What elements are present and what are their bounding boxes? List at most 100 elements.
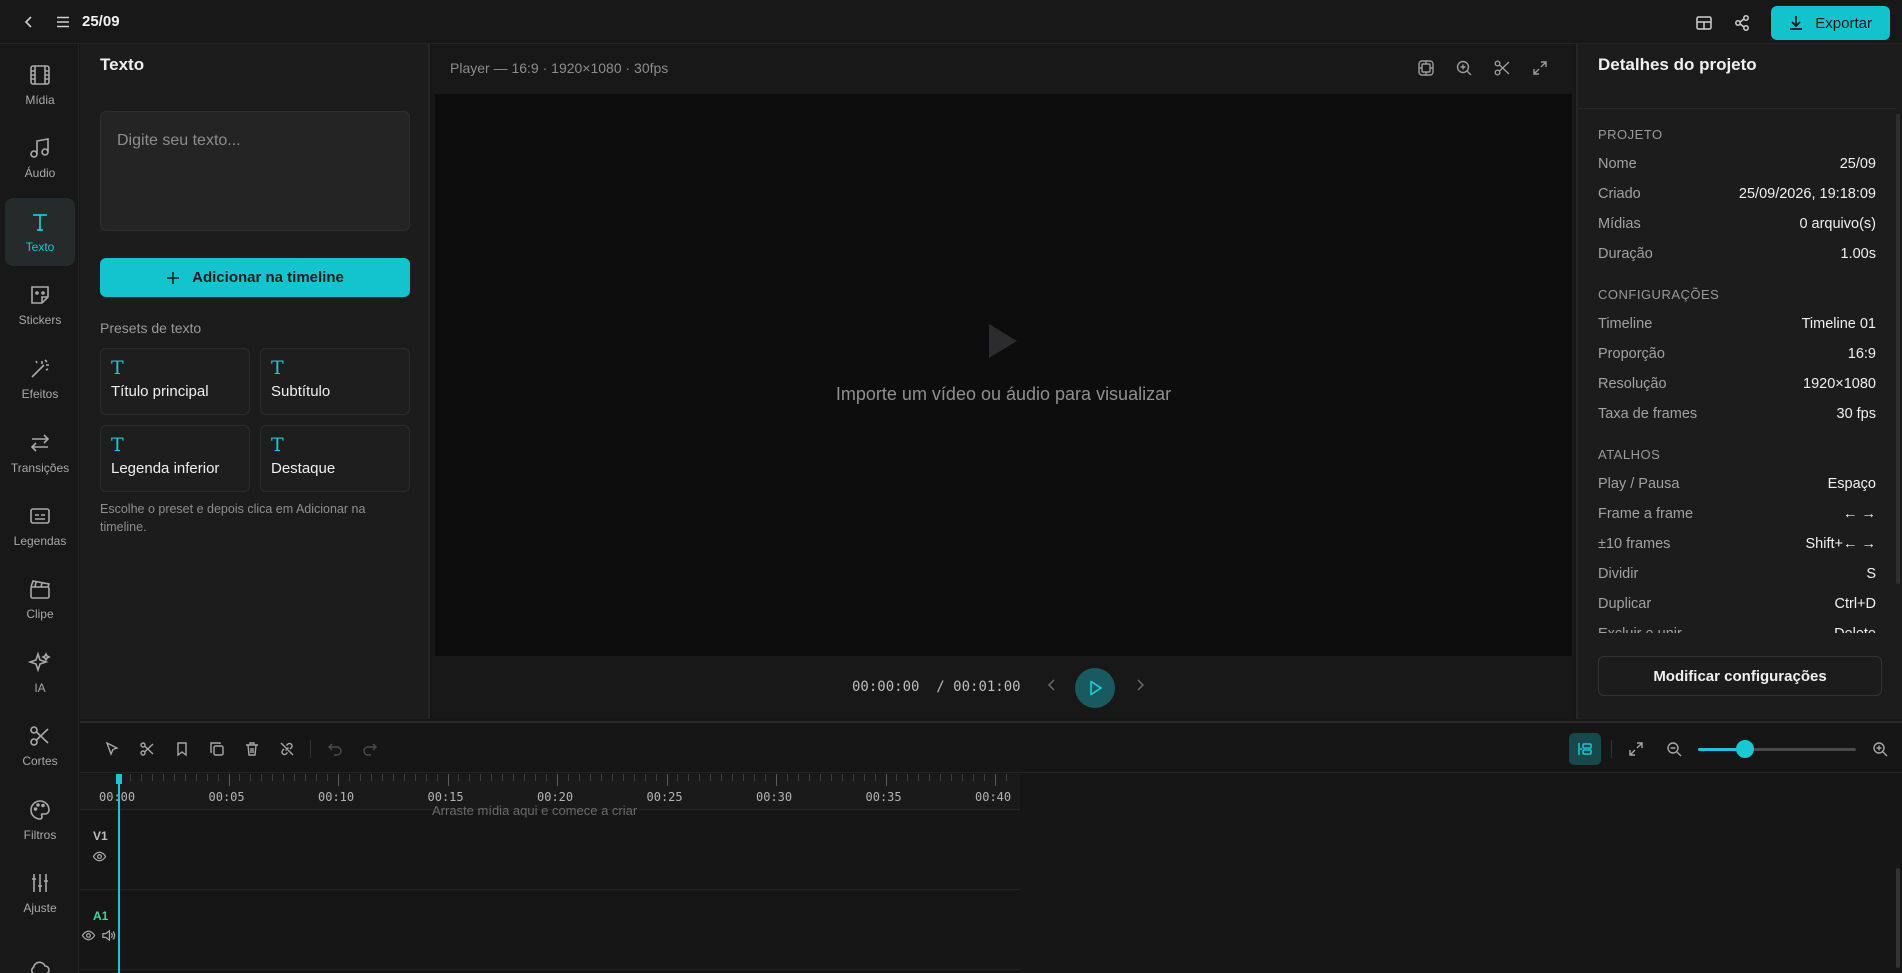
rail-item-clipe[interactable]: Clipe	[5, 565, 75, 633]
undo-button[interactable]	[323, 737, 346, 760]
section-heading: PROJETO	[1598, 127, 1663, 142]
preset-destaque[interactable]: T Destaque	[260, 425, 410, 492]
track-a1[interactable]: A1	[80, 891, 1020, 970]
ruler-tick	[184, 774, 186, 781]
play-button[interactable]	[1075, 668, 1115, 708]
ruler-tick	[589, 774, 591, 781]
ruler-tick	[425, 774, 427, 781]
share-button[interactable]	[1727, 8, 1757, 38]
rail-item-ajuste[interactable]: Ajuste	[5, 859, 75, 927]
ruler-tick	[699, 774, 701, 781]
redo-button[interactable]	[358, 737, 381, 760]
rail-label: Cortes	[22, 754, 58, 768]
ruler-tick	[611, 774, 613, 781]
playhead-handle[interactable]	[116, 774, 122, 784]
track-label: V1	[93, 829, 108, 843]
zoom-in-icon	[1455, 59, 1473, 77]
ruler-tick	[984, 774, 986, 781]
detail-row: Nome 25/09	[1578, 149, 1896, 179]
tracks-area: Arraste mídia aqui e comece a criar V1 A…	[80, 803, 1020, 973]
rail-item-stickers[interactable]: Stickers	[5, 271, 75, 339]
duplicate-button[interactable]	[205, 737, 228, 760]
select-tool-button[interactable]	[100, 737, 123, 760]
unlink-button[interactable]	[275, 737, 298, 760]
detail-key: Criado	[1598, 186, 1641, 202]
rail-label: Legendas	[13, 534, 67, 548]
ruler-label: 00:10	[318, 790, 355, 804]
add-to-timeline-button[interactable]: Adicionar na timeline	[100, 258, 410, 297]
rail-item-cloud[interactable]	[5, 934, 75, 973]
ruler-tick	[1005, 774, 1007, 781]
rail-item-midia[interactable]: Mídia	[5, 51, 75, 119]
marker-button[interactable]	[170, 737, 193, 760]
playhead[interactable]	[118, 774, 120, 973]
ruler-tick	[688, 774, 690, 781]
rail-item-ia[interactable]: IA	[5, 639, 75, 707]
zoom-slider-thumb[interactable]	[1736, 740, 1755, 758]
safe-area-button[interactable]	[1414, 56, 1438, 80]
preset-label: Título principal	[111, 383, 209, 400]
cut-button[interactable]	[1490, 56, 1514, 80]
film-icon	[28, 63, 52, 87]
back-button[interactable]	[14, 7, 44, 37]
timeline-scrollbar[interactable]	[1896, 868, 1900, 968]
modify-settings-button[interactable]: Modificar configurações	[1598, 656, 1882, 696]
text-icon	[28, 210, 52, 234]
ruler-tick	[765, 774, 767, 781]
rail-label: Mídia	[25, 93, 55, 107]
menu-button[interactable]	[48, 7, 78, 37]
ruler-tick	[491, 774, 493, 781]
preset-legenda-inferior[interactable]: T Legenda inferior	[100, 425, 250, 492]
rail-item-audio[interactable]: Áudio	[5, 124, 75, 192]
eye-icon[interactable]	[81, 928, 96, 943]
zoom-button[interactable]	[1452, 56, 1476, 80]
detail-key: Resolução	[1598, 376, 1667, 392]
next-frame-button[interactable]	[1132, 677, 1148, 693]
ruler-label: 00:20	[537, 790, 574, 804]
ruler-tick	[929, 774, 931, 781]
prev-frame-button[interactable]	[1044, 677, 1060, 693]
ruler-tick	[524, 774, 526, 781]
fullscreen-button[interactable]	[1528, 56, 1552, 80]
preset-titulo-principal[interactable]: T Título principal	[100, 348, 250, 415]
zoom-in-button[interactable]	[1866, 735, 1894, 763]
text-preset-icon: T	[271, 434, 284, 456]
ruler-tick	[951, 774, 953, 781]
ruler-tick	[305, 774, 307, 781]
ruler-tick	[348, 774, 350, 781]
rail-item-legendas[interactable]: Legendas	[5, 492, 75, 560]
details-scrollbar[interactable]	[1896, 114, 1900, 584]
track-v1[interactable]: Arraste mídia aqui e comece a criar V1	[80, 803, 1020, 890]
player-tools	[1414, 56, 1552, 80]
detail-key: Taxa de frames	[1598, 406, 1698, 422]
rail-item-efeitos[interactable]: Efeitos	[5, 345, 75, 413]
layout-icon	[1695, 14, 1713, 32]
export-button[interactable]: Exportar	[1771, 6, 1890, 40]
zoom-out-button[interactable]	[1660, 735, 1688, 763]
fit-timeline-button[interactable]	[1622, 735, 1650, 763]
layout-button[interactable]	[1689, 8, 1719, 38]
text-input[interactable]	[100, 111, 410, 231]
video-viewport[interactable]: Importe um vídeo ou áudio para visualiza…	[435, 94, 1572, 656]
rail-label: Efeitos	[21, 387, 59, 401]
panel-title: Texto	[100, 55, 145, 74]
eye-icon[interactable]	[92, 849, 107, 864]
rail-item-transicoes[interactable]: Transições	[5, 419, 75, 487]
delete-button[interactable]	[240, 737, 263, 760]
split-tool-button[interactable]	[135, 737, 158, 760]
sparkles-icon	[28, 651, 52, 675]
transitions-icon	[28, 431, 52, 455]
zoom-slider[interactable]	[1698, 737, 1856, 761]
undo-icon	[327, 741, 343, 757]
details-list: PROJETO Nome 25/09 Criado 25/09/2026, 19:1…	[1578, 108, 1896, 633]
rail-item-filtros[interactable]: Filtros	[5, 786, 75, 854]
preset-subtitulo[interactable]: T Subtítulo	[260, 348, 410, 415]
rail-item-texto[interactable]: Texto	[5, 198, 75, 266]
timeline-toolbar	[80, 723, 1902, 773]
rail-item-cortes[interactable]: Cortes	[5, 712, 75, 780]
ruler-tick	[863, 774, 865, 781]
speaker-icon[interactable]	[101, 928, 116, 943]
snap-toggle-button[interactable]	[1569, 733, 1601, 765]
detail-row: Resolução 1920×1080	[1578, 369, 1896, 399]
detail-value: Delete	[1834, 619, 1876, 633]
